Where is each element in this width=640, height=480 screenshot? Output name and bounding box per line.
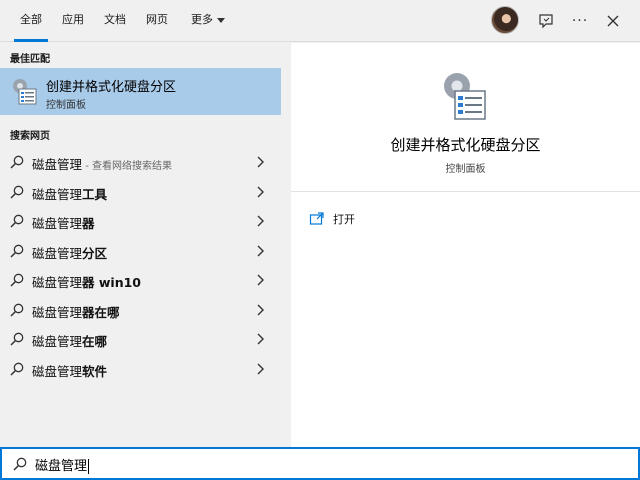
divider: [291, 191, 640, 192]
tab-all[interactable]: 全部: [14, 0, 48, 42]
web-result-text: 磁盘管理器 win10: [32, 272, 141, 291]
text-cursor: [88, 459, 90, 474]
search-box[interactable]: 磁盘管理: [0, 447, 640, 480]
result-prefix: 磁盘管理: [32, 157, 83, 172]
search-icon: [10, 214, 24, 228]
result-prefix: 磁盘管理: [32, 245, 83, 261]
web-result-row[interactable]: 磁盘管理工具: [0, 177, 281, 207]
disk-management-icon: [444, 73, 486, 120]
web-result-row[interactable]: 磁盘管理器: [0, 206, 281, 236]
disk-management-icon: [13, 79, 37, 105]
tab-web[interactable]: 网页: [142, 0, 172, 42]
open-action-label: 打开: [333, 213, 355, 226]
search-input[interactable]: 磁盘管理: [35, 455, 90, 474]
preview-panel: 创建并格式化硬盘分区 控制面板 打开: [291, 43, 640, 447]
web-result-text: 磁盘管理 - 查看网络搜索结果: [32, 154, 172, 173]
result-prefix: 磁盘管理: [32, 275, 83, 290]
best-match-heading: 最佳匹配: [10, 54, 50, 65]
top-tab-bar: 全部 应用 文档 网页 更多 ···: [0, 0, 640, 42]
chevron-right-icon: [257, 245, 264, 256]
tab-more[interactable]: 更多: [186, 0, 230, 42]
web-search-heading: 搜索网页: [10, 131, 50, 142]
feedback-button[interactable]: [534, 9, 558, 33]
web-result-row[interactable]: 磁盘管理分区: [0, 236, 281, 266]
chevron-right-icon: [257, 156, 264, 168]
chevron-right-icon: [257, 304, 264, 315]
result-prefix: 磁盘管理: [32, 186, 83, 202]
web-result-row[interactable]: 磁盘管理 - 查看网络搜索结果: [0, 147, 281, 177]
web-result-row[interactable]: 磁盘管理器 win10: [0, 265, 281, 295]
search-icon: [10, 155, 24, 169]
search-icon: [10, 332, 24, 346]
result-suffix: 器 win10: [82, 275, 141, 290]
result-suffix: 器在哪: [82, 304, 120, 320]
result-suffix: 工具: [82, 186, 108, 202]
web-result-text: 磁盘管理器在哪: [32, 302, 120, 321]
search-icon: [10, 362, 24, 376]
best-match-subtitle: 控制面板: [46, 100, 86, 111]
chevron-right-icon: [257, 333, 264, 345]
result-prefix: 磁盘管理: [32, 334, 83, 349]
web-results-list: 磁盘管理 - 查看网络搜索结果 磁盘管理工具 磁盘管理器 磁盘管理分区 磁盘管理…: [0, 147, 281, 383]
search-icon: [10, 185, 24, 199]
search-icon: [10, 273, 24, 287]
result-prefix: 磁盘管理: [32, 363, 83, 379]
tab-apps[interactable]: 应用: [58, 0, 88, 42]
preview-subtitle: 控制面板: [445, 164, 486, 175]
chevron-right-icon: [257, 186, 264, 197]
web-result-text: 磁盘管理器: [32, 213, 95, 232]
tab-documents[interactable]: 文档: [100, 0, 130, 42]
results-panel: 最佳匹配 创建并格式化硬盘分区 控制面板 搜索网页 磁盘管理 - 查看网络搜索结…: [0, 43, 281, 447]
result-suffix: 器: [82, 216, 95, 231]
preview-title: 创建并格式化硬盘分区: [390, 136, 541, 154]
avatar[interactable]: [491, 6, 519, 34]
result-prefix: 磁盘管理: [32, 304, 83, 320]
best-match-title: 创建并格式化硬盘分区: [46, 80, 177, 95]
tab-more-label: 更多: [191, 13, 213, 26]
chevron-right-icon: [257, 363, 264, 374]
web-result-row[interactable]: 磁盘管理在哪: [0, 324, 281, 354]
result-prefix: 磁盘管理: [32, 216, 83, 231]
close-icon: [607, 15, 619, 27]
chevron-down-icon: [217, 17, 225, 23]
best-match-item[interactable]: 创建并格式化硬盘分区 控制面板: [0, 68, 281, 115]
web-result-text: 磁盘管理在哪: [32, 331, 107, 350]
result-suffix: 在哪: [82, 334, 108, 349]
search-icon: [10, 244, 24, 258]
web-result-text: 磁盘管理软件: [32, 361, 107, 380]
feedback-icon: [539, 14, 553, 29]
search-icon: [13, 457, 27, 471]
search-icon: [10, 303, 24, 317]
web-result-row[interactable]: 磁盘管理器在哪: [0, 295, 281, 325]
search-query-text: 磁盘管理: [35, 459, 88, 474]
result-suffix: 分区: [82, 245, 108, 261]
more-options-button[interactable]: ···: [568, 9, 592, 33]
web-result-text: 磁盘管理分区: [32, 243, 107, 262]
result-hint: - 查看网络搜索结果: [82, 161, 172, 172]
chevron-right-icon: [257, 215, 264, 227]
open-action[interactable]: 打开: [309, 209, 355, 229]
chevron-right-icon: [257, 274, 264, 286]
more-options-icon: ···: [571, 13, 589, 29]
result-suffix: 软件: [82, 363, 108, 379]
web-result-row[interactable]: 磁盘管理软件: [0, 354, 281, 384]
web-result-text: 磁盘管理工具: [32, 184, 107, 203]
open-window-icon: [309, 212, 324, 225]
close-button[interactable]: [601, 9, 625, 33]
